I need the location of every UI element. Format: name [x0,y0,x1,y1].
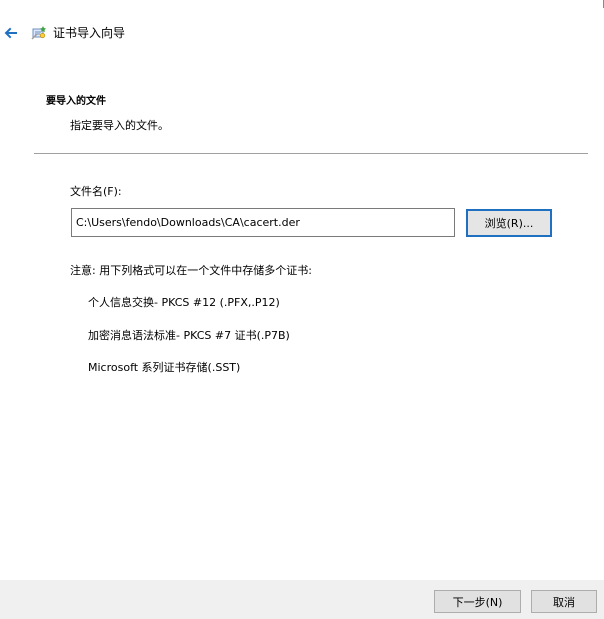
browse-button[interactable]: 浏览(R)... [466,209,552,237]
back-arrow-icon[interactable] [2,24,20,42]
section-subtitle: 指定要导入的文件。 [70,119,169,132]
title-bar: 证书导入向导 [0,0,604,64]
window-title: 证书导入向导 [53,26,126,40]
header-separator [34,153,588,154]
filename-input[interactable] [71,208,455,237]
format-item-sst: Microsoft 系列证书存储(.SST) [88,361,241,374]
next-button[interactable]: 下一步(N) [434,590,521,613]
section-title: 要导入的文件 [46,96,106,107]
wizard-footer: 下一步(N) 取消 [0,580,604,619]
format-item-pkcs7: 加密消息语法标准- PKCS #7 证书(.P7B) [88,328,290,342]
multiple-certificates-note: 注意: 用下列格式可以在一个文件中存储多个证书: [70,264,312,277]
certificate-wizard-icon [31,25,47,41]
format-item-pkcs12: 个人信息交换- PKCS #12 (.PFX,.P12) [88,296,280,309]
certificate-format-list: 个人信息交换- PKCS #12 (.PFX,.P12) 加密消息语法标准- P… [88,295,290,393]
filename-label: 文件名(F): [70,185,122,198]
cancel-button[interactable]: 取消 [531,590,597,613]
